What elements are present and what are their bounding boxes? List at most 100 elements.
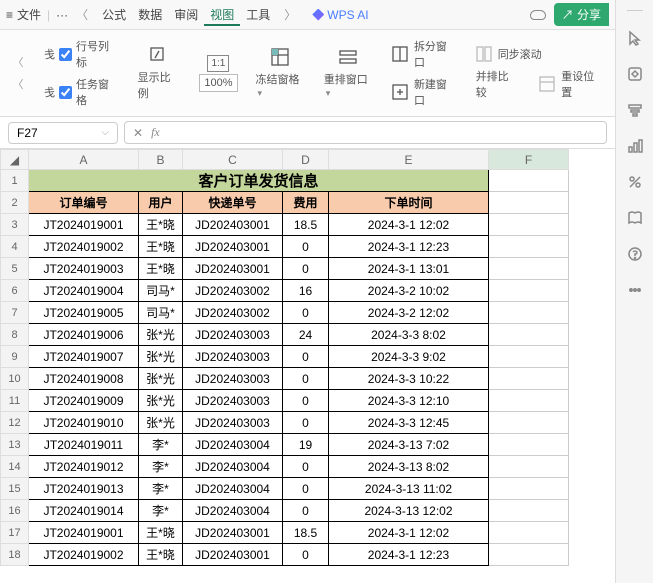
data-cell[interactable]: 2024-3-1 12:02 [329, 214, 489, 236]
file-menu[interactable]: 文件 [17, 6, 41, 23]
data-cell[interactable]: 0 [283, 390, 329, 412]
col-header-B[interactable]: B [139, 150, 183, 170]
data-cell[interactable]: JT2024019004 [29, 280, 139, 302]
new-window-button[interactable]: 新建窗口 [392, 76, 458, 108]
cursor-icon[interactable] [626, 29, 644, 47]
data-cell[interactable]: JD202403001 [183, 522, 283, 544]
data-cell[interactable]: 0 [283, 500, 329, 522]
column-header[interactable]: 下单时间 [329, 192, 489, 214]
spreadsheet-grid[interactable]: ◢ABCDEF1客户订单发货信息2订单编号用户快递单号费用下单时间3JT2024… [0, 149, 615, 583]
data-cell[interactable]: JD202403003 [183, 390, 283, 412]
select-all-corner[interactable]: ◢ [1, 150, 29, 170]
row-header-18[interactable]: 18 [1, 544, 29, 566]
data-cell[interactable]: JT2024019006 [29, 324, 139, 346]
data-cell[interactable]: 2024-3-1 12:23 [329, 236, 489, 258]
data-cell[interactable]: 2024-3-13 8:02 [329, 456, 489, 478]
data-cell[interactable]: 张*光 [139, 324, 183, 346]
data-cell[interactable]: JT2024019009 [29, 390, 139, 412]
column-header[interactable]: 快递单号 [183, 192, 283, 214]
tab-数据[interactable]: 数据 [132, 6, 168, 24]
data-cell[interactable]: JT2024019014 [29, 500, 139, 522]
data-cell[interactable]: JT2024019007 [29, 346, 139, 368]
data-cell[interactable]: JD202403001 [183, 214, 283, 236]
data-cell[interactable]: 19 [283, 434, 329, 456]
col-header-D[interactable]: D [283, 150, 329, 170]
row-header-15[interactable]: 15 [1, 478, 29, 500]
data-cell[interactable]: JT2024019003 [29, 258, 139, 280]
row-header-3[interactable]: 3 [1, 214, 29, 236]
data-cell[interactable]: 0 [283, 478, 329, 500]
name-box[interactable]: F27 ⌵ [8, 122, 118, 144]
column-header[interactable]: 费用 [283, 192, 329, 214]
data-cell[interactable]: JT2024019002 [29, 236, 139, 258]
data-cell[interactable]: 王*晓 [139, 522, 183, 544]
col-header-E[interactable]: E [329, 150, 489, 170]
wps-ai-button[interactable]: WPS AI [312, 8, 368, 22]
data-cell[interactable]: 2024-3-13 12:02 [329, 500, 489, 522]
data-cell[interactable]: 2024-3-3 10:22 [329, 368, 489, 390]
data-cell[interactable]: JD202403003 [183, 324, 283, 346]
data-cell[interactable]: 0 [283, 346, 329, 368]
row-header-7[interactable]: 7 [1, 302, 29, 324]
data-cell[interactable]: 司马* [139, 280, 183, 302]
ribbon-scroll-left-2[interactable]: 〈 [10, 76, 26, 92]
split-window-button[interactable]: 拆分窗口 [392, 38, 458, 70]
data-cell[interactable]: JD202403004 [183, 478, 283, 500]
share-button[interactable]: ↗ 分享 [554, 3, 609, 26]
data-cell[interactable]: 张*光 [139, 346, 183, 368]
data-cell[interactable]: 0 [283, 368, 329, 390]
tab-nav-left[interactable]: 〈 [72, 6, 92, 23]
data-cell[interactable]: 2024-3-2 10:02 [329, 280, 489, 302]
cancel-icon[interactable]: ✕ [133, 126, 143, 140]
task-pane-checkbox[interactable]: 戋 任务窗格 [44, 76, 120, 108]
data-cell[interactable]: 2024-3-3 9:02 [329, 346, 489, 368]
data-cell[interactable]: 王*晓 [139, 258, 183, 280]
data-cell[interactable]: 李* [139, 434, 183, 456]
data-cell[interactable]: JD202403003 [183, 368, 283, 390]
data-cell[interactable]: 2024-3-3 8:02 [329, 324, 489, 346]
data-cell[interactable]: 2024-3-13 11:02 [329, 478, 489, 500]
row-header-11[interactable]: 11 [1, 390, 29, 412]
col-header-A[interactable]: A [29, 150, 139, 170]
formula-input[interactable]: ✕ fx [124, 121, 607, 144]
data-cell[interactable]: 2024-3-13 7:02 [329, 434, 489, 456]
data-cell[interactable]: 张*光 [139, 368, 183, 390]
data-cell[interactable]: 18.5 [283, 214, 329, 236]
filter-icon[interactable] [626, 101, 644, 119]
data-cell[interactable]: JD202403004 [183, 500, 283, 522]
more-menu[interactable]: ··· [56, 8, 68, 22]
row-col-headers-checkbox[interactable]: 戋 行号列标 [44, 38, 120, 70]
data-cell[interactable]: 司马* [139, 302, 183, 324]
cloud-icon[interactable] [530, 10, 546, 20]
data-cell[interactable]: 0 [283, 236, 329, 258]
freeze-panes-button[interactable]: 冻结窗格 [256, 47, 306, 99]
data-cell[interactable]: 2024-3-2 12:02 [329, 302, 489, 324]
data-cell[interactable]: JD202403002 [183, 280, 283, 302]
ribbon-scroll-left[interactable]: 〈 [10, 54, 26, 70]
chart-icon[interactable] [626, 137, 644, 155]
data-cell[interactable]: 2024-3-3 12:10 [329, 390, 489, 412]
fx-icon[interactable]: fx [151, 125, 160, 140]
style-icon[interactable] [626, 65, 644, 83]
data-cell[interactable]: 16 [283, 280, 329, 302]
row-header-5[interactable]: 5 [1, 258, 29, 280]
data-cell[interactable]: JT2024019011 [29, 434, 139, 456]
row-header-12[interactable]: 12 [1, 412, 29, 434]
tab-公式[interactable]: 公式 [96, 6, 132, 24]
data-cell[interactable]: 0 [283, 302, 329, 324]
row-header-16[interactable]: 16 [1, 500, 29, 522]
book-icon[interactable] [626, 209, 644, 227]
data-cell[interactable]: JT2024019012 [29, 456, 139, 478]
more-icon[interactable] [626, 281, 644, 299]
data-cell[interactable]: JT2024019008 [29, 368, 139, 390]
col-header-F[interactable]: F [489, 150, 569, 170]
data-cell[interactable]: JD202403003 [183, 346, 283, 368]
data-cell[interactable]: 2024-3-1 12:23 [329, 544, 489, 566]
data-cell[interactable]: 王*晓 [139, 214, 183, 236]
data-cell[interactable]: 2024-3-1 12:02 [329, 522, 489, 544]
tools-icon[interactable] [626, 173, 644, 191]
tab-工具[interactable]: 工具 [240, 6, 276, 24]
data-cell[interactable]: 2024-3-1 13:01 [329, 258, 489, 280]
data-cell[interactable]: 王*晓 [139, 236, 183, 258]
data-cell[interactable]: 张*光 [139, 390, 183, 412]
